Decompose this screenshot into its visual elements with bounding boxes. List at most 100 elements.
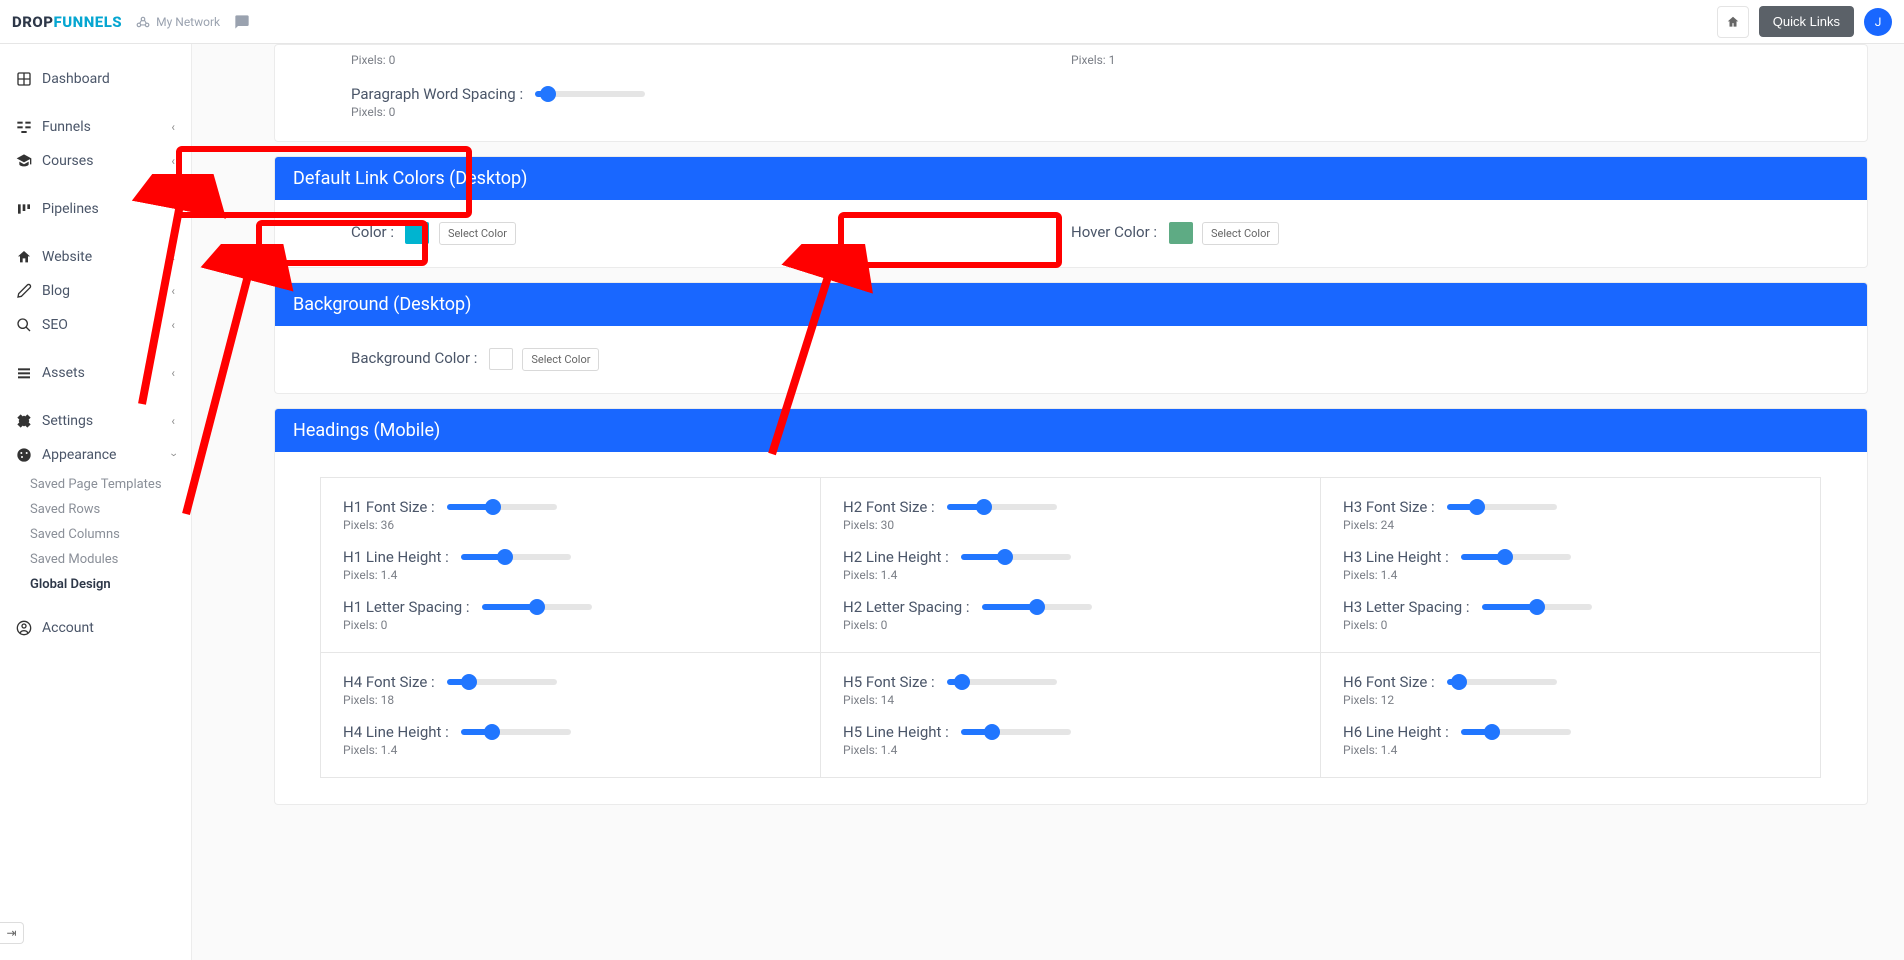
font-size-label: H5 Font Size : <box>843 673 935 691</box>
sidebar-item-settings[interactable]: Settings‹ <box>0 404 191 438</box>
paragraph-word-spacing-slider[interactable] <box>535 91 645 97</box>
link-color-select-button[interactable]: Select Color <box>439 222 516 245</box>
sidebar-sub-saved-modules[interactable]: Saved Modules <box>0 547 191 572</box>
font-size-slider[interactable] <box>1447 679 1557 685</box>
font-size-slider[interactable] <box>447 679 557 685</box>
sidebar-label: Funnels <box>42 119 91 135</box>
font-size-slider[interactable] <box>947 679 1057 685</box>
network-icon <box>136 15 150 29</box>
line-height-label: H3 Line Height : <box>1343 548 1449 566</box>
chevron-down-icon: ‹ <box>166 453 180 457</box>
font-size-label: H3 Font Size : <box>1343 498 1435 516</box>
pixels-value: Pixels: 12 <box>1343 693 1798 707</box>
line-height-slider[interactable] <box>1461 729 1571 735</box>
headings-grid: H1 Font Size :Pixels: 36H1 Line Height :… <box>321 478 1821 778</box>
pixels-value: Pixels: 1.4 <box>1343 743 1798 757</box>
pixels-value: Pixels: 1.4 <box>343 568 798 582</box>
font-size-label: H2 Font Size : <box>843 498 935 516</box>
letter-spacing-slider[interactable] <box>1482 604 1592 610</box>
pixels-value: Pixels: 1.4 <box>843 743 1298 757</box>
pixels-value: Pixels: 30 <box>843 518 1298 532</box>
hover-color-select-button[interactable]: Select Color <box>1202 222 1279 245</box>
logo-text-a: DROP <box>12 13 54 31</box>
sidebar-item-website[interactable]: Website‹ <box>0 240 191 274</box>
home-icon <box>1726 15 1740 29</box>
sidebar-item-seo[interactable]: SEO ‹ <box>0 308 191 342</box>
sidebar-sub-saved-columns[interactable]: Saved Columns <box>0 522 191 547</box>
sidebar-label: Pipelines <box>42 201 99 217</box>
blog-icon <box>16 283 32 299</box>
heading-cell-h5: H5 Font Size :Pixels: 14H5 Line Height :… <box>820 652 1321 778</box>
chat-icon[interactable] <box>234 14 250 30</box>
section-title-link-colors: Default Link Colors (Desktop) <box>275 157 1867 200</box>
sidebar-item-funnels[interactable]: Funnels ‹ <box>0 110 191 144</box>
line-height-slider[interactable] <box>961 554 1071 560</box>
assets-icon <box>16 365 32 381</box>
dashboard-icon <box>16 71 32 87</box>
home-button[interactable] <box>1717 6 1749 38</box>
sidebar-label: Courses <box>42 153 93 169</box>
quick-links-button[interactable]: Quick Links <box>1759 6 1854 37</box>
line-height-slider[interactable] <box>961 729 1071 735</box>
chevron-left-icon: ‹ <box>171 120 175 134</box>
appearance-icon <box>16 447 32 463</box>
sidebar-sub-global-design[interactable]: Global Design <box>0 572 191 597</box>
sidebar-item-dashboard[interactable]: Dashboard <box>0 62 191 96</box>
line-height-label: H1 Line Height : <box>343 548 449 566</box>
hover-color-label: Hover Color : <box>1071 223 1157 241</box>
courses-icon <box>16 153 32 169</box>
font-size-label: H1 Font Size : <box>343 498 435 516</box>
settings-icon <box>16 413 32 429</box>
letter-spacing-slider[interactable] <box>482 604 592 610</box>
letter-spacing-slider[interactable] <box>982 604 1092 610</box>
pixels-value: Pixels: 0 <box>843 618 1298 632</box>
my-network-label: My Network <box>156 15 220 29</box>
font-size-slider[interactable] <box>1447 504 1557 510</box>
sidebar-item-appearance[interactable]: Appearance‹ <box>0 438 191 472</box>
sidebar-label: Website <box>42 249 92 265</box>
section-link-colors: Default Link Colors (Desktop) Color : Se… <box>274 156 1868 268</box>
sidebar-item-pipelines[interactable]: Pipelines <box>0 192 191 226</box>
pipelines-icon <box>16 201 32 217</box>
line-height-label: H2 Line Height : <box>843 548 949 566</box>
line-height-slider[interactable] <box>1461 554 1571 560</box>
heading-cell-h3: H3 Font Size :Pixels: 24H3 Line Height :… <box>1320 477 1821 653</box>
letter-spacing-label: H1 Letter Spacing : <box>343 598 470 616</box>
topbar-right: Quick Links J <box>1717 6 1892 38</box>
font-size-slider[interactable] <box>447 504 557 510</box>
sidebar-item-blog[interactable]: Blog‹ <box>0 274 191 308</box>
avatar[interactable]: J <box>1864 8 1892 36</box>
sidebar-sub-saved-rows[interactable]: Saved Rows <box>0 497 191 522</box>
sidebar: Dashboard Funnels‹ Courses‹ Pipelines We… <box>0 44 192 960</box>
sidebar-sub-saved-page-templates[interactable]: Saved Page Templates <box>0 472 191 497</box>
sidebar-item-account[interactable]: Account <box>0 611 191 645</box>
chevron-left-icon: ‹ <box>171 414 175 428</box>
chevron-left-icon: ‹ <box>171 318 175 332</box>
line-height-label: H5 Line Height : <box>843 723 949 741</box>
line-height-slider[interactable] <box>461 554 571 560</box>
logo[interactable]: DROPFUNNELS <box>12 13 122 31</box>
section-background: Background (Desktop) Background Color : … <box>274 282 1868 394</box>
sidebar-label: Dashboard <box>42 71 110 87</box>
sidebar-item-assets[interactable]: Assets‹ <box>0 356 191 390</box>
pixels-value: Pixels: 0 <box>351 53 1071 67</box>
background-color-swatch[interactable] <box>489 348 513 370</box>
hover-color-swatch[interactable] <box>1169 222 1193 244</box>
background-select-button[interactable]: Select Color <box>522 348 599 371</box>
chevron-left-icon: ‹ <box>171 284 175 298</box>
link-color-label: Color : <box>351 223 394 241</box>
topbar-left: DROPFUNNELS My Network <box>12 13 250 31</box>
link-color-swatch[interactable] <box>405 222 429 244</box>
font-size-slider[interactable] <box>947 504 1057 510</box>
paragraph-word-spacing-label: Paragraph Word Spacing : <box>351 85 523 103</box>
sidebar-item-courses[interactable]: Courses‹ <box>0 144 191 178</box>
sidebar-label: Account <box>42 620 94 636</box>
my-network-link[interactable]: My Network <box>136 15 220 29</box>
sidebar-collapse-button[interactable]: ⇥ <box>0 922 24 944</box>
sidebar-label: SEO <box>42 317 68 333</box>
pixels-value: Pixels: 1 <box>1071 53 1791 67</box>
heading-cell-h2: H2 Font Size : Pixels: 30 H2 Line Height :… <box>820 477 1321 653</box>
section-title-background: Background (Desktop) <box>275 283 1867 326</box>
background-color-label: Background Color : <box>351 349 477 367</box>
line-height-slider[interactable] <box>461 729 571 735</box>
